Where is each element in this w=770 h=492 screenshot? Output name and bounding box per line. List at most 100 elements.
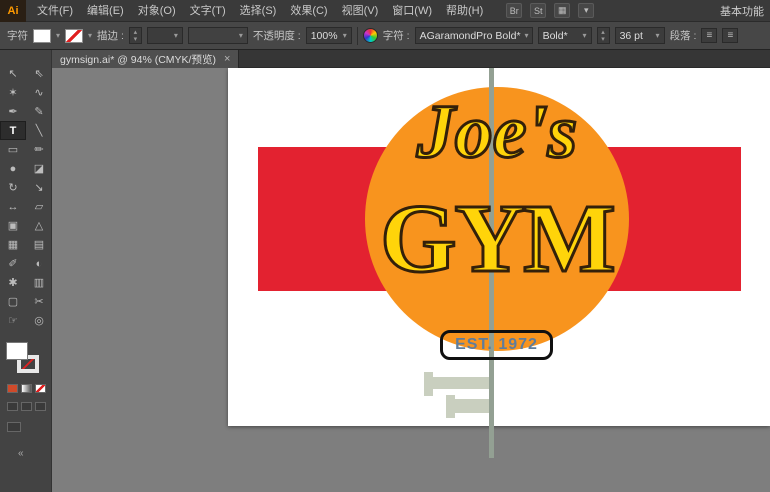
close-tab-icon[interactable]: × — [224, 53, 230, 65]
font-size-dropdown[interactable]: 36 pt▾ — [615, 27, 665, 44]
stock-icon[interactable]: St — [530, 3, 546, 18]
width-tool[interactable]: ↔ — [0, 197, 26, 216]
type-tool[interactable]: T — [0, 121, 26, 140]
workspace-caret-icon[interactable]: ▾ — [578, 3, 594, 18]
panel-collapse-icon[interactable]: « — [18, 448, 24, 459]
stepper-down-icon[interactable]: ▾ — [601, 36, 605, 43]
menu-item[interactable]: 窗口(W) — [385, 0, 439, 22]
perspective-grid-tool[interactable]: △ — [26, 216, 52, 235]
fill-indicator-swatch[interactable] — [6, 342, 28, 360]
color-button[interactable] — [7, 384, 18, 393]
opacity-value: 100% — [311, 30, 338, 42]
gradient-tool[interactable]: ▤ — [26, 235, 52, 254]
menu-item[interactable]: 帮助(H) — [439, 0, 490, 22]
chevron-down-icon: ▾ — [239, 31, 243, 40]
draw-behind-button[interactable] — [21, 402, 32, 411]
menu-item[interactable]: 选择(S) — [233, 0, 284, 22]
brush-definition-dropdown[interactable]: ▾ — [188, 27, 248, 44]
font-family-value: AGaramondPro Bold* — [420, 30, 521, 42]
magic-wand-tool[interactable]: ✶ — [0, 83, 26, 102]
column-graph-tool[interactable]: ▥ — [26, 273, 52, 292]
direct-selection-tool[interactable]: ⇖ — [26, 64, 52, 83]
bridge-icon[interactable]: Br — [506, 3, 522, 18]
menu-item[interactable]: 编辑(E) — [80, 0, 131, 22]
artboard-tool[interactable]: ▢ — [0, 292, 26, 311]
logo-text-gym[interactable]: GYM — [380, 190, 614, 288]
document-title: gymsign.ai* @ 94% (CMYK/预览) — [60, 52, 216, 67]
recolor-artwork-icon[interactable] — [363, 28, 378, 43]
appbar-icons: Br St ▦ ▾ — [506, 3, 594, 18]
app-logo-icon[interactable]: Ai — [0, 0, 26, 22]
slice-tool[interactable]: ✂ — [26, 292, 52, 311]
font-size-stepper[interactable]: ▴▾ — [597, 27, 610, 44]
font-style-dropdown[interactable]: Bold*▾ — [538, 27, 592, 44]
menu-item[interactable]: 对象(O) — [131, 0, 183, 22]
align-center-icon[interactable]: ≡ — [722, 28, 738, 43]
mesh-tool[interactable]: ▦ — [0, 235, 26, 254]
free-transform-tool[interactable]: ▱ — [26, 197, 52, 216]
symbol-sprayer-tool[interactable]: ✱ — [0, 273, 26, 292]
chevron-down-icon: ▾ — [174, 31, 178, 40]
gradient-button[interactable] — [21, 384, 32, 393]
chevron-down-icon: ▾ — [525, 31, 529, 40]
stroke-caret-icon[interactable]: ▾ — [88, 31, 92, 40]
stepper-down-icon[interactable]: ▾ — [134, 36, 138, 43]
est-text[interactable]: EST. 1972 — [455, 336, 538, 354]
hand-tool[interactable]: ☞ — [0, 311, 26, 330]
decoration-bar-shape[interactable] — [424, 372, 433, 396]
shape-builder-tool[interactable]: ▣ — [0, 216, 26, 235]
menu-items: 文件(F)编辑(E)对象(O)文字(T)选择(S)效果(C)视图(V)窗口(W)… — [30, 0, 490, 21]
workspace-switcher[interactable]: 基本功能 — [720, 3, 764, 19]
chevron-down-icon: ▾ — [583, 31, 587, 40]
opacity-label: 不透明度 : — [253, 28, 301, 43]
none-button[interactable] — [35, 384, 46, 393]
line-segment-tool[interactable]: ╲ — [26, 121, 52, 140]
control-bar: 字符 ▾ ▾ 描边 : ▴▾ ▾ ▾ 不透明度 : 100%▾ 字符 : AGa… — [0, 22, 770, 50]
zoom-tool[interactable]: ◎ — [26, 311, 52, 330]
align-left-icon[interactable]: ≡ — [701, 28, 717, 43]
rectangle-tool[interactable]: ▭ — [0, 140, 26, 159]
blend-tool[interactable]: ◐ — [26, 254, 52, 273]
tools-grid: ↖⇖✶∿✒✎T╲▭✏●◪↻↘↔▱▣△▦▤✐◐✱▥▢✂☞◎ — [0, 50, 51, 330]
menu-item[interactable]: 效果(C) — [283, 0, 334, 22]
fill-color-swatch[interactable] — [33, 29, 51, 43]
stepper-up-icon[interactable]: ▴ — [601, 29, 605, 36]
lasso-tool[interactable]: ∿ — [26, 83, 52, 102]
screen-mode-button[interactable] — [7, 422, 21, 432]
logo-text-joes[interactable]: Joe's — [417, 94, 577, 170]
stroke-weight-dropdown[interactable]: ▾ — [147, 27, 183, 44]
pen-tool[interactable]: ✒ — [0, 102, 26, 121]
stroke-color-swatch[interactable] — [65, 29, 83, 43]
menu-item[interactable]: 文件(F) — [30, 0, 80, 22]
rotate-tool[interactable]: ↻ — [0, 178, 26, 197]
stepper-up-icon[interactable]: ▴ — [134, 29, 138, 36]
paintbrush-tool[interactable]: ✏ — [26, 140, 52, 159]
decoration-bar-shape[interactable] — [455, 399, 493, 413]
document-tab-bar: gymsign.ai* @ 94% (CMYK/预览) × — [52, 50, 770, 68]
fill-caret-icon[interactable]: ▾ — [56, 31, 60, 40]
stroke-weight-stepper[interactable]: ▴▾ — [129, 27, 142, 44]
blob-brush-tool[interactable]: ● — [0, 159, 26, 178]
font-family-dropdown[interactable]: AGaramondPro Bold* ▾ — [415, 27, 533, 44]
selection-tool[interactable]: ↖ — [0, 64, 26, 83]
paragraph-label: 段落 : — [670, 28, 697, 43]
est-badge[interactable]: EST. 1972 — [440, 330, 553, 360]
illustrator-window: Ai 文件(F)编辑(E)对象(O)文字(T)选择(S)效果(C)视图(V)窗口… — [0, 0, 770, 492]
draw-inside-button[interactable] — [35, 402, 46, 411]
decoration-bar-shape[interactable] — [446, 395, 455, 418]
arrange-documents-icon[interactable]: ▦ — [554, 3, 570, 18]
menu-item[interactable]: 文字(T) — [183, 0, 233, 22]
menu-bar: Ai 文件(F)编辑(E)对象(O)文字(T)选择(S)效果(C)视图(V)窗口… — [0, 0, 770, 22]
decoration-bar-shape[interactable] — [433, 377, 490, 389]
draw-mode-row — [7, 402, 46, 411]
eyedropper-tool[interactable]: ✐ — [0, 254, 26, 273]
opacity-dropdown[interactable]: 100% ▾ — [306, 27, 352, 44]
chevron-down-icon: ▾ — [343, 31, 347, 40]
document-tab[interactable]: gymsign.ai* @ 94% (CMYK/预览) × — [52, 50, 239, 68]
scale-tool[interactable]: ↘ — [26, 178, 52, 197]
menu-item[interactable]: 视图(V) — [335, 0, 386, 22]
eraser-tool[interactable]: ◪ — [26, 159, 52, 178]
character-panel-label: 字符 : — [383, 28, 410, 43]
pencil-tool[interactable]: ✎ — [26, 102, 52, 121]
draw-normal-button[interactable] — [7, 402, 18, 411]
